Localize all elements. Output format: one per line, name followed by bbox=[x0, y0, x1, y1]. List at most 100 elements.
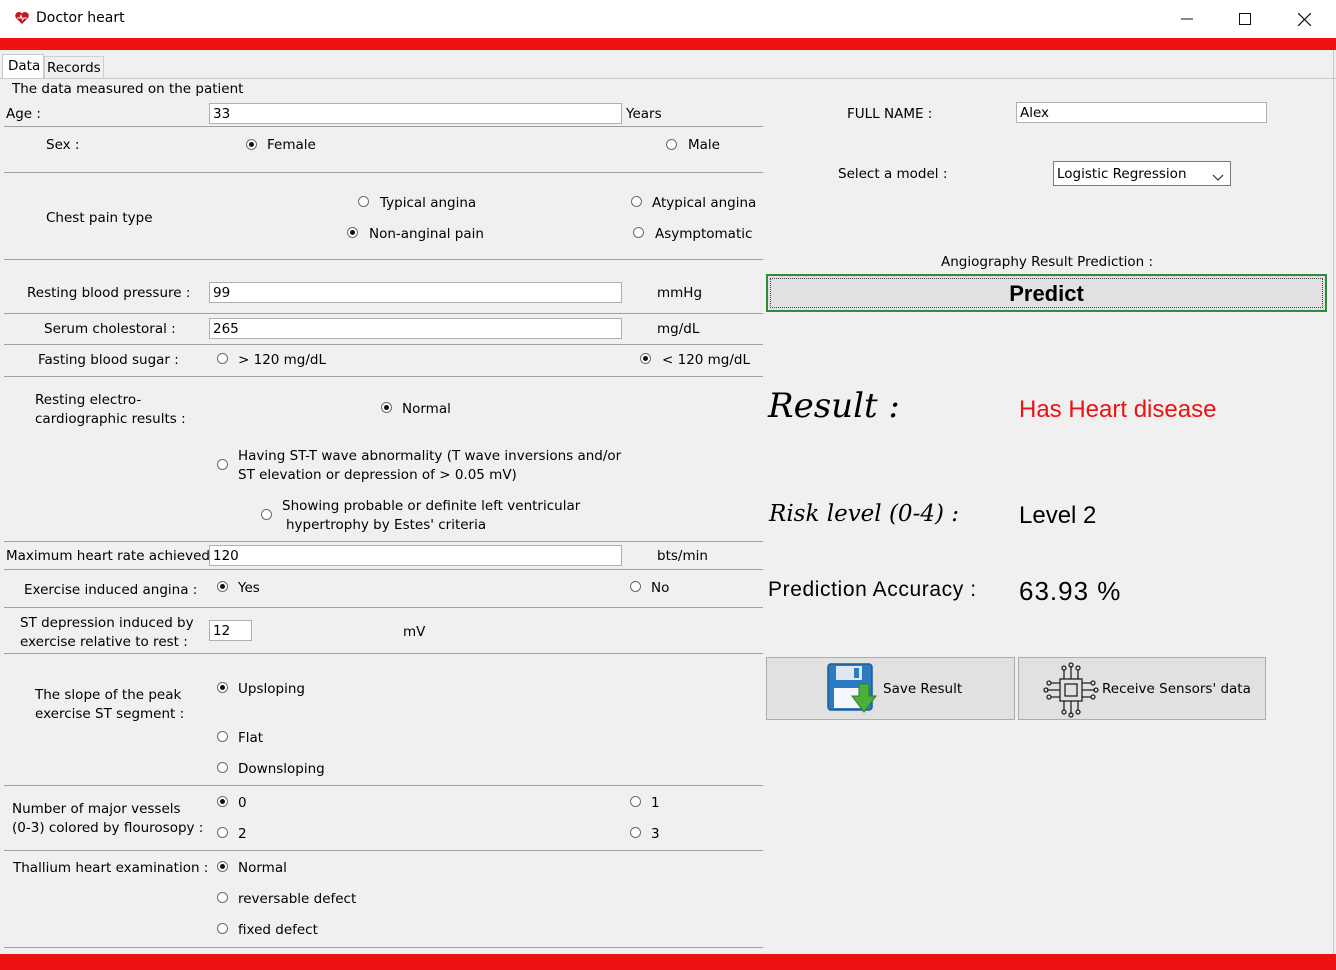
vessels-label-line1: Number of major vessels bbox=[12, 801, 181, 817]
slope-downsloping-label: Downsloping bbox=[238, 761, 325, 777]
ecg-lvh-label-line1: Showing probable or definite left ventri… bbox=[282, 498, 581, 514]
divider bbox=[4, 607, 763, 608]
chest-typical-label: Typical angina bbox=[380, 195, 477, 211]
exercise-angina-no-label: No bbox=[651, 580, 670, 596]
vessels-0-radio[interactable] bbox=[217, 796, 228, 807]
ecg-normal-radio[interactable] bbox=[381, 402, 392, 413]
exercise-angina-no-radio[interactable] bbox=[630, 581, 641, 592]
max-hr-input[interactable] bbox=[209, 545, 622, 566]
thallium-fixed-radio[interactable] bbox=[217, 923, 228, 934]
predict-button-label: Predict bbox=[1009, 281, 1084, 306]
accuracy-label: Prediction Accuracy : bbox=[768, 578, 977, 601]
vessels-3-radio[interactable] bbox=[630, 827, 641, 838]
sex-male-radio[interactable] bbox=[666, 139, 677, 150]
heart-icon bbox=[14, 10, 30, 26]
window-title: Doctor heart bbox=[36, 10, 125, 26]
top-accent-bar bbox=[0, 38, 1336, 50]
resting-bp-label: Resting blood pressure : bbox=[27, 285, 191, 301]
receive-sensors-button[interactable]: Receive Sensors' data bbox=[1018, 657, 1266, 720]
vessels-label-line2: (0-3) colored by flourosopy : bbox=[12, 820, 204, 836]
chest-pain-label: Chest pain type bbox=[46, 210, 153, 226]
chest-nonanginal-label: Non-anginal pain bbox=[369, 226, 484, 242]
divider bbox=[4, 376, 763, 377]
divider bbox=[4, 259, 763, 260]
chest-atypical-label: Atypical angina bbox=[652, 195, 757, 211]
sex-male-label: Male bbox=[688, 137, 720, 153]
sex-label: Sex : bbox=[46, 137, 80, 153]
thallium-label: Thallium heart examination : bbox=[13, 860, 209, 876]
resting-bp-input[interactable] bbox=[209, 282, 622, 303]
fasting-sugar-label: Fasting blood sugar : bbox=[38, 352, 179, 368]
fasting-under-radio[interactable] bbox=[640, 353, 651, 364]
ecg-label-line1: Resting electro- bbox=[35, 392, 142, 408]
close-button[interactable] bbox=[1275, 0, 1333, 38]
model-select[interactable]: Logistic Regression bbox=[1053, 161, 1231, 186]
ecg-normal-label: Normal bbox=[402, 401, 451, 417]
exercise-angina-yes-radio[interactable] bbox=[217, 581, 228, 592]
vessels-2-radio[interactable] bbox=[217, 827, 228, 838]
sex-female-radio[interactable] bbox=[246, 139, 257, 150]
vessels-1-radio[interactable] bbox=[630, 796, 641, 807]
chest-nonanginal-radio[interactable] bbox=[347, 227, 358, 238]
cholesterol-input[interactable] bbox=[209, 318, 622, 339]
chip-icon bbox=[1043, 662, 1099, 718]
ecg-st-radio[interactable] bbox=[217, 459, 228, 470]
divider bbox=[4, 653, 763, 654]
slope-label-line2: exercise ST segment : bbox=[35, 706, 185, 722]
age-input[interactable] bbox=[209, 103, 622, 124]
save-result-label: Save Result bbox=[883, 681, 963, 697]
divider bbox=[4, 850, 763, 851]
minimize-button[interactable] bbox=[1158, 0, 1216, 38]
ecg-lvh-radio[interactable] bbox=[261, 509, 272, 520]
fasting-under-label: < 120 mg/dL bbox=[662, 352, 751, 368]
angiography-label: Angiography Result Prediction : bbox=[941, 254, 1154, 270]
fasting-over-radio[interactable] bbox=[217, 353, 228, 364]
st-depression-input[interactable] bbox=[209, 620, 252, 641]
st-depression-label-line2: exercise relative to rest : bbox=[20, 634, 188, 650]
predict-button[interactable]: Predict bbox=[766, 274, 1327, 312]
age-unit: Years bbox=[626, 106, 662, 122]
chevron-down-icon bbox=[1212, 170, 1224, 181]
maximize-button[interactable] bbox=[1216, 0, 1274, 38]
max-hr-label: Maximum heart rate achieved bbox=[6, 548, 210, 564]
sex-female-label: Female bbox=[267, 137, 316, 153]
model-select-value: Logistic Regression bbox=[1057, 166, 1187, 182]
cholesterol-unit: mg/dL bbox=[657, 321, 700, 337]
ecg-st-label-line2: ST elevation or depression of > 0.05 mV) bbox=[238, 467, 517, 483]
ecg-st-label-line1: Having ST-T wave abnormality (T wave inv… bbox=[238, 448, 622, 464]
slope-upsloping-radio[interactable] bbox=[217, 682, 228, 693]
full-name-label: FULL NAME : bbox=[847, 106, 933, 122]
ecg-lvh-label-line2: hypertrophy by Estes' criteria bbox=[286, 517, 487, 533]
thallium-reversable-radio[interactable] bbox=[217, 892, 228, 903]
st-depression-unit: mV bbox=[403, 624, 426, 640]
divider bbox=[4, 569, 763, 570]
age-label: Age : bbox=[6, 106, 41, 122]
chest-atypical-radio[interactable] bbox=[631, 196, 642, 207]
exercise-angina-yes-label: Yes bbox=[238, 580, 260, 596]
tab-data-label: Data bbox=[8, 58, 41, 74]
chest-typical-radio[interactable] bbox=[358, 196, 369, 207]
slope-flat-radio[interactable] bbox=[217, 731, 228, 742]
title-bar: Doctor heart bbox=[0, 0, 1336, 38]
slope-downsloping-radio[interactable] bbox=[217, 762, 228, 773]
exercise-angina-label: Exercise induced angina : bbox=[24, 582, 198, 598]
divider bbox=[4, 172, 763, 173]
slope-label-line1: The slope of the peak bbox=[35, 687, 182, 703]
save-result-button[interactable]: Save Result bbox=[766, 657, 1015, 720]
close-icon bbox=[1297, 12, 1311, 26]
ecg-label-line2: cardiographic results : bbox=[35, 411, 186, 427]
thallium-fixed-label: fixed defect bbox=[238, 922, 318, 938]
full-name-input[interactable] bbox=[1016, 102, 1267, 123]
tab-data[interactable]: Data bbox=[2, 54, 44, 78]
right-edge-line bbox=[1333, 50, 1334, 954]
divider bbox=[4, 313, 763, 314]
floppy-save-icon bbox=[826, 662, 878, 716]
fasting-over-label: > 120 mg/dL bbox=[238, 352, 327, 368]
chest-asymptomatic-radio[interactable] bbox=[633, 227, 644, 238]
accuracy-value: 63.93 % bbox=[1019, 576, 1122, 606]
thallium-normal-radio[interactable] bbox=[217, 861, 228, 872]
divider bbox=[4, 541, 763, 542]
tab-records[interactable]: Records bbox=[44, 56, 104, 78]
slope-flat-label: Flat bbox=[238, 730, 264, 746]
tab-records-label: Records bbox=[47, 60, 101, 76]
